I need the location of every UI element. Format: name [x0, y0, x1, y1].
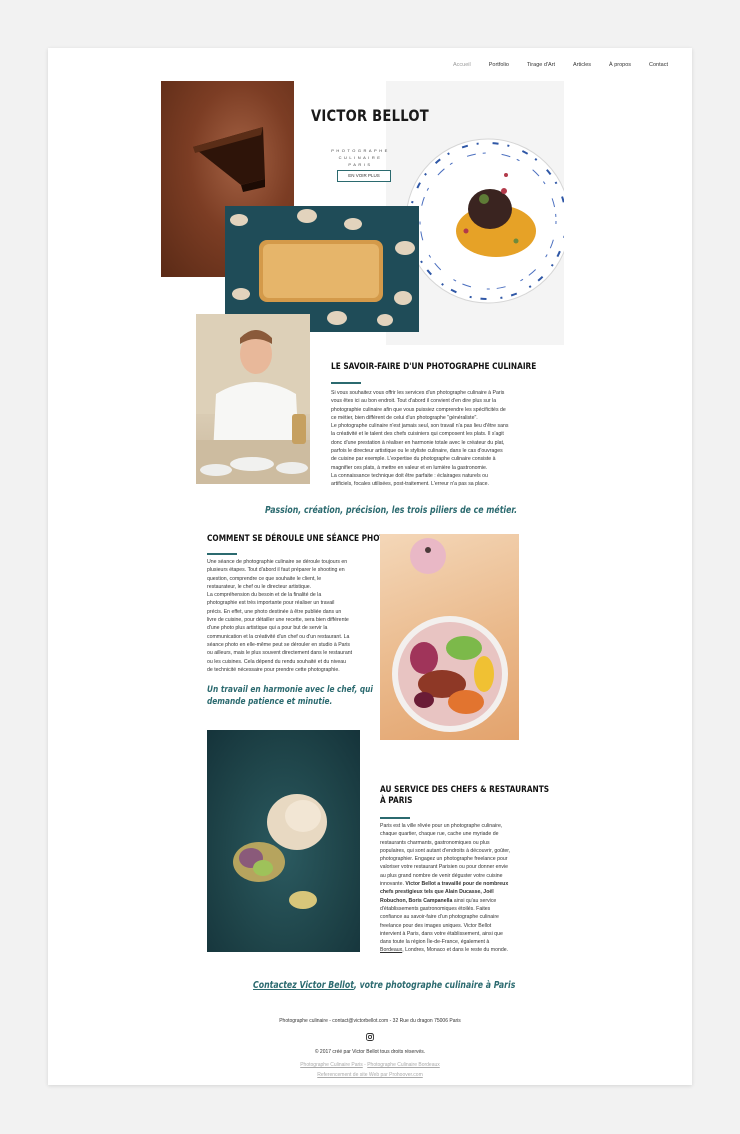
seance-line: livre de cuisine, pour détailler une rec… [207, 617, 349, 624]
seance-title: COMMENT SE DÉROULE UNE SÉANCE PHOTO ? [207, 534, 398, 544]
seance-line: photographie est très importante pour ré… [207, 600, 335, 607]
brand-subtitle: PHOTOGRAPHE CULINAIRE PARIS [313, 147, 408, 168]
savoir-line: artificiels, focales utilisées, post-tra… [331, 481, 489, 488]
seance-text: Une séance de photographie culinaire se … [207, 558, 367, 674]
savoir-line: ce métier, bien différent de celui d'un … [331, 414, 478, 421]
contact-heading: Contactez Victor Bellot, votre photograp… [253, 980, 515, 991]
seance-line: communication et la créativité d'un chef… [207, 633, 350, 640]
service-bold: Victor Bellot a travaillé pour de nombre… [405, 881, 509, 888]
service-line: Bordeaux, Londres, Monaco et dans le res… [380, 946, 530, 954]
service-line: chaque quartier, chaque rue, cache une m… [380, 831, 499, 838]
service-line: innovante. Victor Bellot a travaillé pou… [380, 880, 530, 888]
savoir-line: Si vous souhaitez vous offrir les servic… [331, 390, 505, 396]
page: Accueil Portfolio Tirage d'Art Articles … [48, 48, 692, 1085]
service-line: photographier. Engagez un photographe fr… [380, 856, 508, 863]
nav-portfolio[interactable]: Portfolio [489, 62, 509, 68]
brand-title: VICTOR BELLOT [311, 106, 429, 125]
savoir-line: Le photographe culinaire n'est jamais se… [331, 423, 509, 430]
chef-photo [196, 314, 310, 484]
savoir-line: photographie culinaire afin que vous pui… [331, 406, 506, 413]
service-line: au plus grand nombre de venir déguster v… [380, 872, 503, 879]
see-more-button[interactable]: EN VOIR PLUS [337, 170, 391, 182]
savoir-line: parfois le directeur artistique ou le st… [331, 448, 503, 455]
nav-articles[interactable]: Articles [573, 62, 591, 68]
footer-link-seo[interactable]: Referencement de site Web par Prohoover.… [317, 1072, 423, 1078]
service-line: dans toute la région Île-de-France, égal… [380, 939, 490, 946]
service-line: restaurants charmants, gastronomiques ou… [380, 839, 490, 846]
service-line: confiance au savoir-faire d'un photograp… [380, 914, 499, 921]
savoir-faire-text: Si vous souhaitez vous offrir les servic… [331, 389, 531, 489]
seance-line: plusieurs étapes. Tout d'abord il faut p… [207, 567, 345, 574]
bordeaux-link[interactable]: Bordeaux [380, 947, 402, 953]
seance-line: Une séance de photographie culinaire se … [207, 559, 348, 565]
contact-link[interactable]: Contactez Victor Bellot [253, 980, 354, 991]
nav-a-propos[interactable]: À propos [609, 62, 631, 68]
pillars-quote: Passion, création, précision, les trois … [265, 505, 518, 516]
service-line: chefs prestigieux tels que Alain Ducasse… [380, 888, 530, 896]
harmony-quote-line1: Un travail en harmonie avec le chef, qui [207, 685, 373, 695]
service-title: AU SERVICE DES CHEFS & RESTAURANTS À PAR… [380, 785, 549, 807]
seance-line: ou ailleurs, mais le plus souvent direct… [207, 650, 353, 657]
seance-line: ou les cuisines. Cela dépend du rendu so… [207, 658, 347, 665]
seance-line: d'une photo plus artistique qui a pour b… [207, 625, 328, 632]
seance-rule [207, 553, 237, 555]
savoir-line: donc d'une prestation à réaliser en harm… [331, 439, 505, 446]
footer-link-bordeaux[interactable]: Photographe Culinaire Bordeaux [367, 1062, 440, 1068]
brand-subtitle-line1: PHOTOGRAPHE CULINAIRE [331, 148, 390, 160]
service-text-span: , Londres, Monaco et dans le reste du mo… [402, 947, 509, 954]
service-title-line1: AU SERVICE DES CHEFS & RESTAURANTS [380, 785, 550, 795]
footer-seo: Referencement de site Web par Prohoover.… [48, 1072, 692, 1078]
seance-line: La compréhension du besoin et de la fina… [207, 592, 322, 599]
nav-accueil[interactable]: Accueil [453, 62, 471, 68]
service-line: freelance pour des images uniques. Victo… [380, 922, 492, 929]
harmony-quote: Un travail en harmonie avec le chef, qui… [207, 684, 373, 708]
service-bold: Robuchon, Boris Campanella [380, 897, 453, 904]
service-line: d'établissements gastronomiques étoilés.… [380, 905, 491, 912]
harmony-quote-line2: demande patience et minutie. [207, 697, 333, 707]
poke-bowl-photo [380, 534, 519, 740]
savoir-line: magnifier ces plats, à mettre en valeur … [331, 464, 488, 471]
savoir-line: vous êtes ici au bon endroit. Tout d'abo… [331, 398, 497, 405]
footer-contact: Photographe culinaire - contact@victorbe… [279, 1018, 461, 1024]
nav-tirage[interactable]: Tirage d'Art [527, 62, 555, 68]
seance-line: restaurateur, le chef ou le directeur ar… [207, 583, 312, 590]
savoir-line: la créativité et le talent des chefs cui… [331, 431, 504, 438]
footer-social [48, 1033, 692, 1043]
instagram-icon[interactable] [366, 1033, 374, 1041]
service-bold: chefs prestigieux tels que Alain Ducasse… [380, 889, 494, 896]
footer-link-paris[interactable]: Photographe Culinaire Paris [300, 1062, 363, 1068]
footer-links: Photographe Culinaire Paris - Photograph… [48, 1062, 692, 1068]
service-title-line2: À PARIS [380, 796, 413, 806]
contact-heading-rest: , votre photographe culinaire à Paris [353, 980, 516, 991]
service-line: Robuchon, Boris Campanella ainsi qu'au s… [380, 897, 530, 905]
service-rule [380, 817, 410, 819]
service-line: intervient à Paris, dans votre établisse… [380, 930, 503, 937]
savoir-line: La connaissance technique doit être parf… [331, 472, 488, 479]
service-text: Paris est la ville rêvée pour un photogr… [380, 822, 530, 955]
pistachio-photo [207, 730, 360, 952]
seance-line: séance photo en elle-même peut se déroul… [207, 641, 351, 648]
service-line: valoriser votre restaurant Parisien ou p… [380, 864, 509, 871]
savoir-faire-title: LE SAVOIR-FAIRE D'UN PHOTOGRAPHE CULINAI… [331, 362, 537, 372]
service-text-span: ainsi qu'au service [452, 897, 497, 904]
main-nav: Accueil Portfolio Tirage d'Art Articles … [453, 62, 668, 68]
nav-contact[interactable]: Contact [649, 62, 668, 68]
footer-copyright: © 2017 créé par Victor Bellot tous droit… [314, 1049, 426, 1055]
service-line: Paris est la ville rêvée pour un photogr… [380, 823, 503, 829]
savoir-faire-rule [331, 382, 361, 384]
brand-subtitle-line2: PARIS [348, 162, 373, 167]
savoir-line: de cuisine par exemple. L'expertise du p… [331, 456, 496, 463]
service-line: populaires, qui sont autant d'endroits à… [380, 847, 511, 854]
seance-line: de technicité nécessaire pour prendre ce… [207, 666, 340, 673]
seance-line: précis. En effet, une photo destinée à ê… [207, 608, 342, 615]
seance-line: question, comprendre ce que souhaite le … [207, 575, 322, 582]
service-text-span: innovante. [380, 881, 404, 888]
